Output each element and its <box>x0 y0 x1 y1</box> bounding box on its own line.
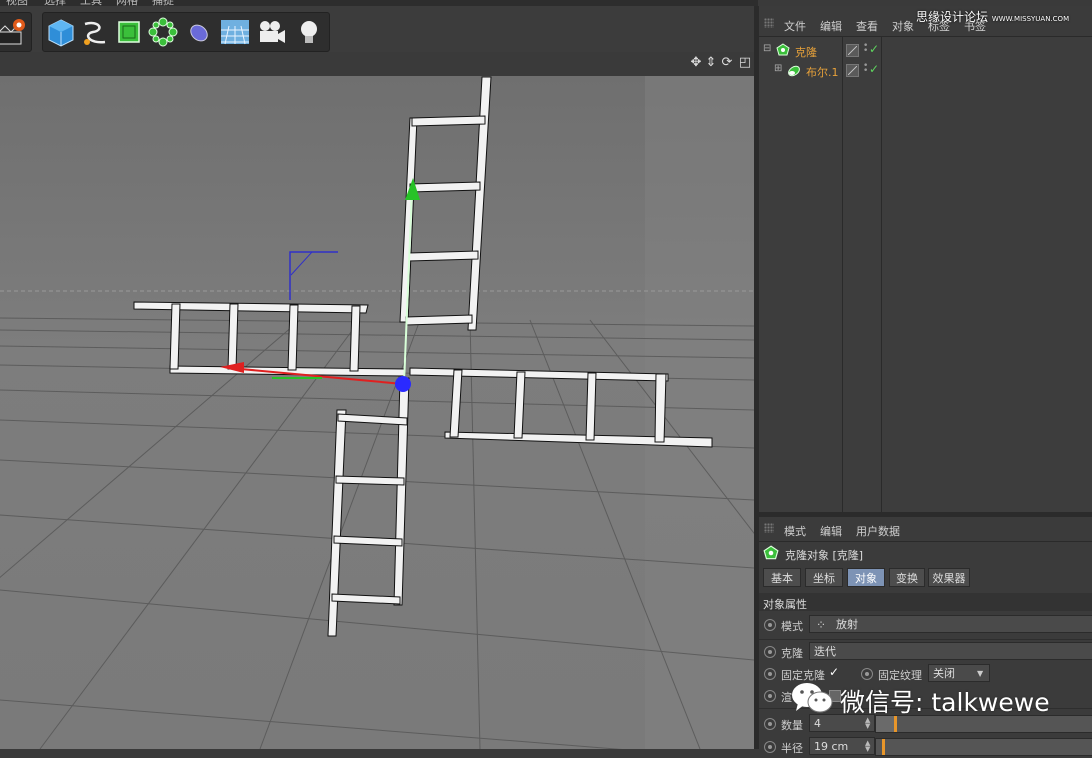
floor-grid-icon[interactable] <box>219 16 251 48</box>
visibility-dots[interactable]: • • <box>863 62 868 76</box>
menu-view[interactable]: 查看 <box>856 18 878 34</box>
tree-row-boole[interactable]: ⊞ 布尔.1 • • ✓ <box>759 61 1092 81</box>
clone-label: 克隆 <box>781 647 803 660</box>
spline-pen-icon[interactable] <box>79 16 111 48</box>
object-tree: ⊟ 克隆 • • ✓ ⊞ 布尔.1 • • ✓ <box>759 36 1092 513</box>
mode-label: 模式 <box>781 620 803 633</box>
viewport-scene <box>0 76 754 749</box>
count-label: 数量 <box>781 719 803 732</box>
watermark-text: 微信号: talkwewe <box>840 688 1050 717</box>
toolbar-group-render <box>0 12 32 52</box>
radial-mode-icon: ⁘ <box>816 618 827 632</box>
panel-grip-icon[interactable] <box>764 18 774 28</box>
animate-radio[interactable] <box>764 619 776 631</box>
animate-radio[interactable] <box>764 741 776 753</box>
panel-grip-icon[interactable] <box>764 523 774 533</box>
enabled-check-icon[interactable]: ✓ <box>869 42 879 56</box>
radius-slider-handle[interactable] <box>882 739 885 755</box>
object-name-cloner[interactable]: 克隆 <box>795 44 817 60</box>
animate-radio[interactable] <box>764 646 776 658</box>
objects-panel: 文件 编辑 查看 对象 标签 书签 ⊟ 克隆 • • ✓ ⊞ 布尔.1 • • ✓ <box>759 6 1092 513</box>
light-bulb-icon[interactable] <box>293 16 325 48</box>
tab-effectors[interactable]: 效果器 <box>928 568 970 587</box>
section-title: 对象属性 <box>763 598 807 611</box>
camera-icon[interactable] <box>255 16 287 48</box>
render-settings-icon[interactable] <box>0 16 29 48</box>
object-title: 克隆对象 [克隆] <box>785 549 864 562</box>
expand-icon[interactable]: ⊞ <box>774 63 782 74</box>
animate-radio[interactable] <box>764 690 776 702</box>
radius-label: 半径 <box>781 742 803 755</box>
toolbar <box>0 6 758 53</box>
mode-row: 模式 ⁘ 放射 <box>759 614 1092 636</box>
section-header: 对象属性 <box>759 593 1092 611</box>
tab-transform[interactable]: 变换 <box>889 568 925 587</box>
maximize-view-icon[interactable]: ◰ <box>738 56 752 70</box>
cloner-icon <box>776 43 790 56</box>
menu-edit[interactable]: 编辑 <box>820 523 842 539</box>
object-name-boole[interactable]: 布尔.1 <box>806 64 839 80</box>
menu-file[interactable]: 文件 <box>784 18 806 34</box>
tab-basic[interactable]: 基本 <box>763 568 801 587</box>
menu-edit[interactable]: 编辑 <box>820 18 842 34</box>
tab-coordinates[interactable]: 坐标 <box>805 568 843 587</box>
wechat-watermark: 微信号: talkwewe <box>784 677 1084 717</box>
gizmo-center-handle[interactable] <box>395 376 411 392</box>
cube-icon[interactable] <box>45 16 77 48</box>
enabled-check-icon[interactable]: ✓ <box>869 62 879 76</box>
move-view-icon[interactable]: ✥ <box>689 56 703 70</box>
mode-dropdown[interactable]: ⁘ 放射 <box>809 615 1092 633</box>
stepper-arrows-icon[interactable]: ▲ ▼ <box>865 740 870 753</box>
radius-slider[interactable] <box>875 738 1092 756</box>
menu-objects[interactable]: 对象 <box>892 18 914 34</box>
tree-row-cloner[interactable]: ⊟ 克隆 • • ✓ <box>759 41 1092 61</box>
deformer-icon[interactable] <box>183 16 215 48</box>
collapse-icon[interactable]: ⊟ <box>763 43 771 54</box>
site-watermark: 思缘设计论坛 WWW.MISSYUAN.COM <box>916 8 1069 25</box>
attribute-tabs: 基本 坐标 对象 变换 效果器 <box>763 568 1092 587</box>
animate-radio[interactable] <box>764 668 776 680</box>
boole-icon <box>788 65 800 77</box>
subdivision-surface-icon[interactable] <box>113 16 145 48</box>
zoom-view-icon[interactable]: ⇕ <box>704 56 718 70</box>
visibility-dots[interactable]: • • <box>863 42 868 56</box>
rotate-view-icon[interactable]: ⟳ <box>720 56 734 70</box>
site-watermark-url: WWW.MISSYUAN.COM <box>991 15 1070 23</box>
animate-radio[interactable] <box>764 718 776 730</box>
display-tag-checkbox[interactable] <box>846 44 859 57</box>
cloner-icon <box>763 545 779 560</box>
menu-user-data[interactable]: 用户数据 <box>856 523 900 539</box>
viewport-header <box>0 52 754 76</box>
array-cloner-icon[interactable] <box>147 16 179 48</box>
tab-object[interactable]: 对象 <box>847 568 885 587</box>
3d-viewport[interactable] <box>0 76 754 749</box>
wechat-logo-icon <box>792 683 833 713</box>
site-watermark-text: 思缘设计论坛 <box>916 10 989 24</box>
clone-row: 克隆 迭代 <box>759 641 1092 663</box>
clone-dropdown[interactable]: 迭代 <box>809 642 1092 660</box>
display-tag-checkbox[interactable] <box>846 64 859 77</box>
menu-mode[interactable]: 模式 <box>784 523 806 539</box>
radius-row: 半径 19 cm ▲ ▼ <box>759 736 1092 758</box>
mode-value: 放射 <box>836 618 858 631</box>
toolbar-group-objects <box>42 12 330 52</box>
